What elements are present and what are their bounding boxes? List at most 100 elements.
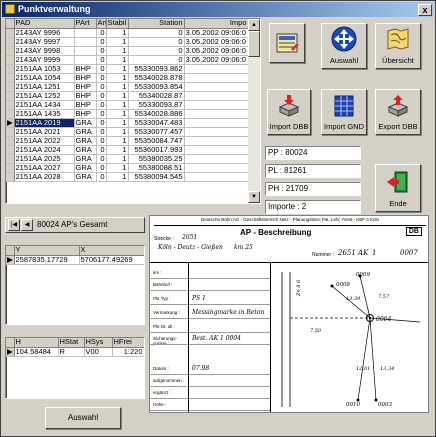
art-cell[interactable]: 0 <box>96 127 107 137</box>
stabil-cell[interactable]: 1 <box>106 154 129 164</box>
stabil-cell[interactable]: 1 <box>106 37 129 47</box>
pad-cell[interactable]: 2151AA 2019 <box>14 118 75 128</box>
art-cell[interactable]: 0 <box>96 91 107 101</box>
pad-cell[interactable]: 2151AA 2028 <box>14 172 75 182</box>
art-cell[interactable]: 0 <box>96 64 107 74</box>
coord-table[interactable]: Y X ▶ 2587835.17729 5706177.49269 <box>6 246 144 265</box>
first-record-button[interactable]: |◀ <box>8 219 20 231</box>
stabil-cell[interactable]: 1 <box>106 82 129 92</box>
import-dbb-button[interactable]: Import DBB <box>267 89 311 135</box>
table-row[interactable]: 2143AY 9999 0 1 0 3.05.2002 09:06:0 <box>6 55 249 65</box>
part-cell[interactable]: GRA <box>74 172 97 182</box>
row-selector[interactable] <box>6 55 15 65</box>
stabil-cell[interactable]: 1 <box>106 55 129 65</box>
station-cell[interactable]: 55340028.87 <box>128 91 185 101</box>
station-cell[interactable]: 55380094.545 <box>128 172 185 182</box>
impo-cell[interactable] <box>184 172 249 182</box>
table-row[interactable]: 2151AA 1435 BHP 0 1 55340028.886 <box>6 109 249 119</box>
table-row[interactable]: 2151AA 1251 BHP 0 1 55330093.854 <box>6 82 249 92</box>
pad-cell[interactable]: 2143AY 9998 <box>14 46 75 56</box>
table-row[interactable]: 2151AA 2027 GRA 0 1 55380088.51 <box>6 163 249 173</box>
part-cell[interactable]: GRA <box>74 145 97 155</box>
pad-cell[interactable]: 2151AA 2022 <box>14 136 75 146</box>
table-row[interactable]: 2143AY 9998 0 1 0 3.05.2002 09:06:0 <box>6 46 249 56</box>
close-button[interactable]: x <box>418 4 432 16</box>
part-cell[interactable]: GRA <box>74 154 97 164</box>
row-selector[interactable] <box>6 37 15 47</box>
part-cell[interactable]: BHP <box>74 64 97 74</box>
row-selector[interactable] <box>6 154 15 164</box>
stabil-cell[interactable]: 1 <box>106 136 129 146</box>
auswahl-button[interactable]: Auswahl <box>45 407 121 429</box>
station-cell[interactable]: 55380035.25 <box>128 154 185 164</box>
impo-cell[interactable]: 3.05.2002 09:06:0 <box>184 28 249 38</box>
station-cell[interactable]: 0 <box>128 37 185 47</box>
row-selector[interactable] <box>6 145 15 155</box>
impo-cell[interactable] <box>184 154 249 164</box>
art-cell[interactable]: 0 <box>96 37 107 47</box>
impo-cell[interactable] <box>184 109 249 119</box>
row-selector[interactable] <box>6 46 15 56</box>
stabil-cell[interactable]: 1 <box>106 91 129 101</box>
row-selector[interactable] <box>6 82 15 92</box>
row-selector[interactable] <box>6 91 15 101</box>
table-row[interactable]: 2151AA 1053 BHP 0 1 55330093.862 <box>6 64 249 74</box>
title-bar[interactable]: Punktverwaltung x <box>2 2 434 17</box>
stabil-cell[interactable]: 1 <box>106 46 129 56</box>
row-selector[interactable] <box>6 73 15 83</box>
table-row[interactable]: 2151AA 2028 GRA 0 1 55380094.545 <box>6 172 249 182</box>
row-selector[interactable] <box>6 109 15 119</box>
table-row[interactable]: 2151AA 1252 BHP 0 1 55340028.87 <box>6 91 249 101</box>
art-cell[interactable]: 0 <box>96 163 107 173</box>
table-row[interactable]: ▶ 2587835.17729 5706177.49269 <box>6 255 144 265</box>
stabil-cell[interactable]: 1 <box>106 28 129 38</box>
station-cell[interactable]: 55360017.993 <box>128 145 185 155</box>
stabil-cell[interactable]: 1 <box>106 127 129 137</box>
row-selector[interactable]: ▶ <box>6 255 15 265</box>
part-cell[interactable] <box>74 28 97 38</box>
art-cell[interactable]: 0 <box>96 118 107 128</box>
impo-cell[interactable] <box>184 100 249 110</box>
part-cell[interactable] <box>74 55 97 65</box>
impo-cell[interactable] <box>184 73 249 83</box>
pad-cell[interactable]: 2143AY 9997 <box>14 37 75 47</box>
row-selector[interactable] <box>6 100 15 110</box>
row-selector[interactable] <box>6 136 15 146</box>
stabil-cell[interactable]: 1 <box>106 73 129 83</box>
table-row[interactable]: 2151AA 2025 GRA 0 1 55380035.25 <box>6 154 249 164</box>
station-cell[interactable]: 55330077.457 <box>128 127 185 137</box>
column-header-x[interactable]: X <box>79 246 144 256</box>
part-cell[interactable]: BHP <box>74 109 97 119</box>
impo-cell[interactable] <box>184 91 249 101</box>
impo-cell[interactable] <box>184 118 249 128</box>
impo-cell[interactable] <box>184 127 249 137</box>
row-selector[interactable] <box>6 64 15 74</box>
height-table[interactable]: H HStat HSys HFrei ▶ 104.58484 R V00 1.2… <box>6 338 144 357</box>
art-cell[interactable]: 0 <box>96 73 107 83</box>
impo-cell[interactable] <box>184 136 249 146</box>
stabil-cell[interactable]: 1 <box>106 64 129 74</box>
part-cell[interactable]: BHP <box>74 73 97 83</box>
row-selector[interactable] <box>6 163 15 173</box>
row-selector[interactable] <box>6 172 15 182</box>
points-table-scrollbar[interactable]: ▲ ▼ <box>248 19 260 203</box>
column-header-impo[interactable]: Impo <box>184 19 249 29</box>
station-cell[interactable]: 55330093.854 <box>128 82 185 92</box>
pad-cell[interactable]: 2151AA 1054 <box>14 73 75 83</box>
art-cell[interactable]: 0 <box>96 136 107 146</box>
art-cell[interactable]: 0 <box>96 46 107 56</box>
table-row[interactable]: 2151AA 1054 BHP 0 1 55340028.878 <box>6 73 249 83</box>
h-cell[interactable]: 104.58484 <box>14 347 59 357</box>
pad-cell[interactable]: 2151AA 2027 <box>14 163 75 173</box>
art-cell[interactable]: 0 <box>96 82 107 92</box>
impo-cell[interactable]: 3.05.2002 09:06:0 <box>184 55 249 65</box>
row-selector[interactable]: ▶ <box>6 347 15 357</box>
station-cell[interactable]: 55340028.878 <box>128 73 185 83</box>
art-cell[interactable]: 0 <box>96 55 107 65</box>
table-row[interactable]: ▶ 104.58484 R V00 1.220 <box>6 347 144 357</box>
part-cell[interactable]: GRA <box>74 163 97 173</box>
column-header-pad[interactable]: PAD <box>14 19 75 29</box>
part-cell[interactable]: BHP <box>74 82 97 92</box>
part-cell[interactable] <box>74 37 97 47</box>
pad-cell[interactable]: 2151AA 1434 <box>14 100 75 110</box>
